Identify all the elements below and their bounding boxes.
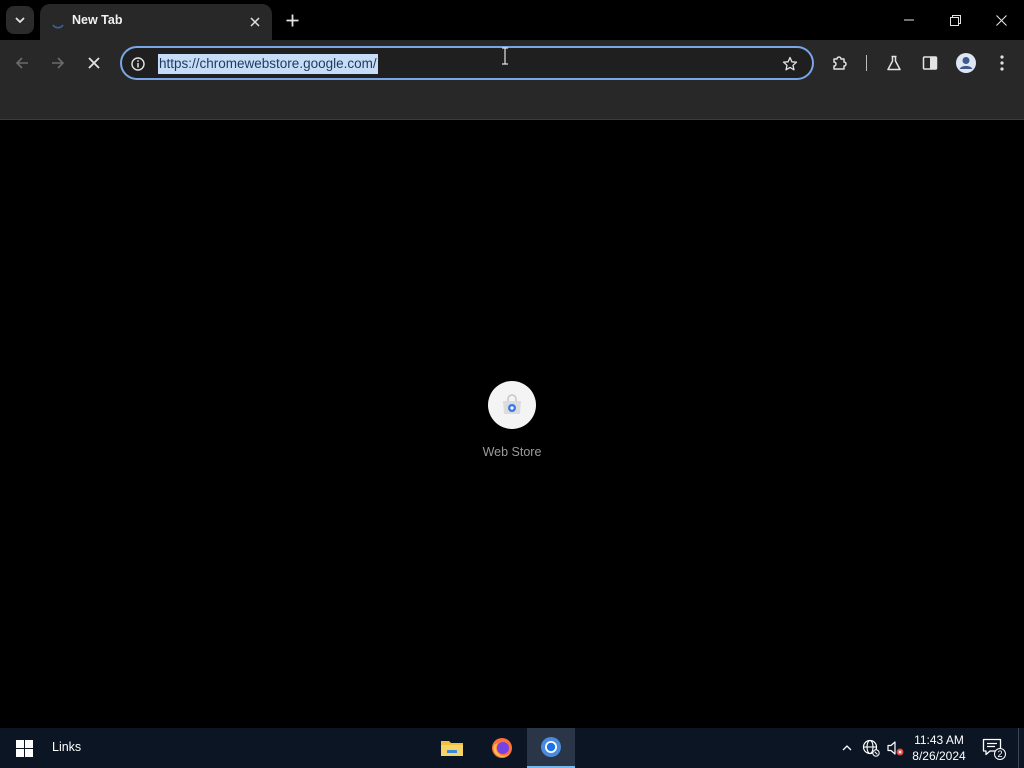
volume-status[interactable]	[885, 738, 905, 758]
chevron-up-icon	[842, 745, 852, 751]
site-info-button[interactable]	[128, 54, 148, 74]
new-tab-button[interactable]	[281, 9, 303, 31]
flask-icon	[887, 55, 901, 71]
chrome-icon	[541, 737, 561, 757]
info-icon	[131, 57, 145, 71]
close-icon	[995, 14, 1007, 26]
restore-button[interactable]	[932, 0, 978, 40]
labs-button[interactable]	[880, 49, 908, 77]
start-button[interactable]	[0, 728, 48, 768]
bookmarks-bar	[0, 86, 1024, 120]
side-panel-button[interactable]	[916, 49, 944, 77]
restore-icon	[949, 14, 961, 26]
stop-loading-button[interactable]	[80, 49, 108, 77]
system-clock[interactable]: 11:43 AM 8/26/2024	[904, 732, 974, 764]
taskbar-file-explorer[interactable]	[428, 728, 476, 768]
minimize-icon	[904, 19, 914, 21]
close-icon	[250, 17, 260, 27]
avatar-icon	[956, 53, 976, 73]
address-bar[interactable]: https://chromewebstore.google.com/	[120, 46, 814, 80]
arrow-left-icon	[15, 57, 28, 69]
menu-button[interactable]	[988, 49, 1016, 77]
tab-search-button[interactable]	[6, 6, 34, 34]
shortcut-label: Web Store	[482, 445, 542, 459]
url-text[interactable]: https://chromewebstore.google.com/	[158, 54, 378, 74]
shortcut-web-store[interactable]: Web Store	[472, 381, 552, 471]
loading-spinner-icon	[52, 24, 64, 29]
show-desktop-button[interactable]	[1018, 728, 1024, 768]
toolbar-divider	[866, 55, 867, 71]
tab-new-tab[interactable]: New Tab	[40, 4, 272, 40]
arrow-right-icon	[52, 57, 65, 69]
star-icon	[782, 56, 798, 71]
new-tab-page: Web Store	[0, 121, 1024, 728]
kebab-menu-icon	[1000, 55, 1004, 71]
network-status[interactable]	[861, 738, 881, 758]
tab-strip: New Tab	[0, 0, 1024, 40]
show-hidden-icons-button[interactable]	[837, 738, 857, 758]
taskbar-chrome[interactable]	[527, 728, 575, 768]
text-cursor-icon	[502, 47, 508, 65]
plus-icon	[286, 14, 298, 26]
browser-toolbar: https://chromewebstore.google.com/	[0, 40, 1024, 86]
notification-count-badge: 2	[994, 748, 1006, 760]
minimize-button[interactable]	[886, 0, 932, 40]
close-window-button[interactable]	[978, 0, 1024, 40]
file-explorer-icon	[441, 741, 463, 756]
clock-time: 11:43 AM	[914, 733, 964, 747]
forward-button[interactable]	[44, 49, 72, 77]
bookmark-star-button[interactable]	[780, 54, 800, 74]
puzzle-icon	[833, 56, 847, 70]
clock-date: 8/26/2024	[912, 749, 966, 763]
side-panel-icon	[922, 56, 938, 70]
back-button[interactable]	[8, 49, 36, 77]
links-toolbar[interactable]: Links	[52, 740, 81, 754]
windows-logo-icon	[15, 739, 33, 757]
tab-title: New Tab	[72, 13, 123, 27]
taskbar-firefox[interactable]	[478, 728, 526, 768]
close-icon	[88, 57, 100, 69]
speaker-muted-icon	[887, 741, 904, 756]
shortcut-tile	[488, 381, 536, 429]
profile-button[interactable]	[952, 49, 980, 77]
web-store-icon	[503, 394, 521, 414]
globe-icon	[862, 739, 880, 757]
tab-close-button[interactable]	[245, 12, 265, 32]
windows-taskbar: Links 11:43 AM 8/26/2024 2	[0, 728, 1024, 768]
chevron-down-icon	[15, 17, 25, 24]
extensions-button[interactable]	[826, 49, 854, 77]
firefox-icon	[492, 738, 512, 758]
action-center-button[interactable]: 2	[982, 736, 1006, 760]
